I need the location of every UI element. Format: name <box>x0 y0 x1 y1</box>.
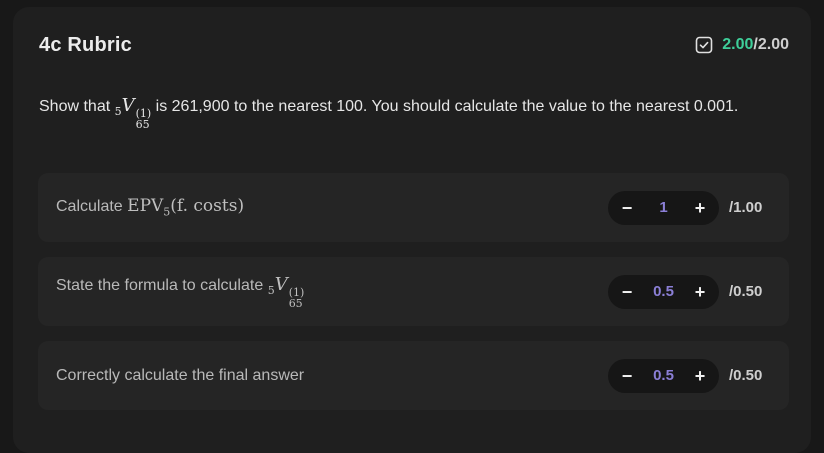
math-sub: 65 <box>135 118 150 131</box>
decrement-button[interactable]: − <box>620 199 634 217</box>
question-math: 5V (1) 65 <box>115 94 152 130</box>
score-value[interactable]: 0.5 <box>653 367 674 384</box>
score-max: /0.50 <box>729 283 763 300</box>
math-pre: 5 <box>267 284 275 297</box>
score-max: /1.00 <box>729 199 763 216</box>
score-controls: − 0.5 + /0.50 <box>608 358 771 393</box>
rubric-card: 4c Rubric 2.00 /2.00 Show that 5V (1) 65 i… <box>13 7 811 453</box>
score-value[interactable]: 0.5 <box>653 283 674 300</box>
criterion-label-text: Calculate <box>56 198 123 216</box>
question-suffix: is 261,900 to the nearest 100. You shoul… <box>155 98 739 115</box>
score-earned: 2.00 <box>722 36 754 53</box>
increment-button[interactable]: + <box>693 367 707 385</box>
score-stepper: − 0.5 + <box>608 274 719 309</box>
criterion-row: Calculate EPV5(f. costs) − 1 + /1.00 <box>38 173 789 242</box>
rubric-header: 4c Rubric 2.00 /2.00 <box>39 32 789 58</box>
decrement-button[interactable]: − <box>620 367 634 385</box>
math-epv: EPV <box>127 196 164 217</box>
criterion-label-math: EPV5(f. costs) <box>127 196 245 218</box>
math-supsub: (1) 65 <box>136 108 152 130</box>
score-max: /0.50 <box>729 367 763 384</box>
question-text: Show that 5V (1) 65 is 261,900 to the near… <box>39 94 739 130</box>
score-value[interactable]: 1 <box>659 199 667 216</box>
score-stepper: − 1 + <box>608 190 719 225</box>
math-supsub: (1) 65 <box>289 287 305 309</box>
rubric-score: 2.00 /2.00 <box>695 36 789 54</box>
criterion-label-math: 5V (1) 65 <box>268 274 305 309</box>
math-sub: 65 <box>288 297 303 310</box>
math-symbol: V <box>121 95 135 116</box>
criterion-row: State the formula to calculate 5V (1) 65 −… <box>38 257 789 326</box>
math-pre: 5 <box>114 105 122 118</box>
decrement-button[interactable]: − <box>620 283 634 301</box>
rubric-title: 4c Rubric <box>39 33 132 56</box>
question-prefix: Show that <box>39 98 111 115</box>
score-controls: − 0.5 + /0.50 <box>608 274 771 309</box>
criterion-label-text: Correctly calculate the final answer <box>56 366 305 384</box>
criterion-label-text: State the formula to calculate <box>56 277 264 294</box>
criterion-label: State the formula to calculate 5V (1) 65 <box>56 274 304 309</box>
score-total: /2.00 <box>753 36 789 53</box>
math-epv-tail: (f. costs) <box>170 196 245 217</box>
score-stepper: − 0.5 + <box>608 358 719 393</box>
criterion-row: Correctly calculate the final answer − 0… <box>38 341 789 410</box>
score-controls: − 1 + /1.00 <box>608 190 771 225</box>
checkbox-checked-icon <box>695 36 713 54</box>
criterion-label: Calculate EPV5(f. costs) <box>56 196 244 218</box>
increment-button[interactable]: + <box>693 283 707 301</box>
criterion-label: Correctly calculate the final answer <box>56 367 304 385</box>
increment-button[interactable]: + <box>693 199 707 217</box>
math-symbol: V <box>274 274 288 295</box>
